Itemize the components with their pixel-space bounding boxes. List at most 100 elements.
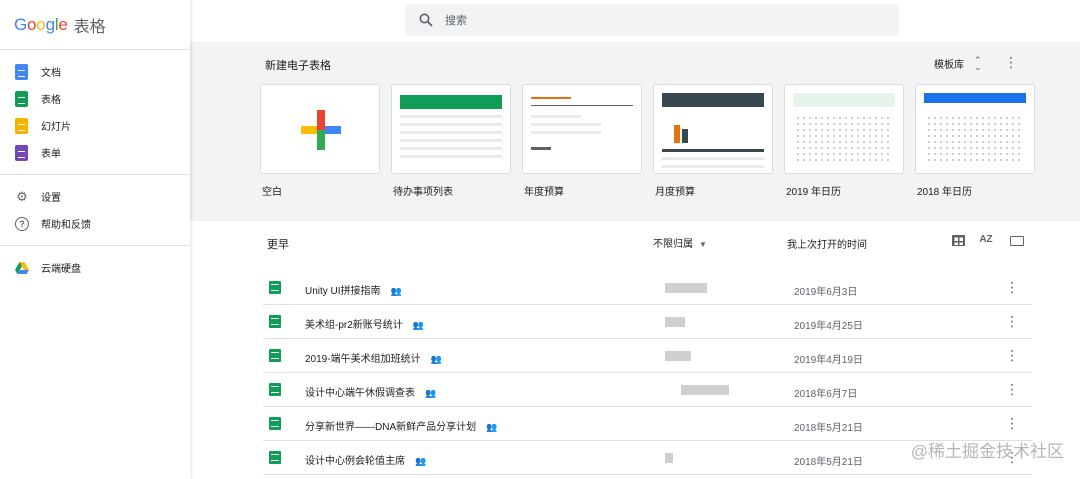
search-box[interactable]: 搜索	[405, 4, 899, 36]
file-row[interactable]: 美术组-pr2新账号统计 👥 2019年4月25日 ⋮	[263, 305, 1032, 339]
file-name: 设计中心例会轮值主席	[305, 456, 405, 467]
sheets-file-icon	[269, 383, 281, 396]
template-calendar-2018[interactable]: 2018 年日历	[915, 84, 1035, 198]
owner-filter-label: 不限归属	[653, 239, 693, 250]
shared-icon: 👥	[415, 456, 427, 466]
sheets-icon	[15, 90, 28, 107]
template-monthly-budget[interactable]: 月度预算	[653, 84, 773, 198]
file-name: 2019-端午美术组加班统计	[305, 354, 421, 365]
owner-redacted	[665, 351, 691, 361]
file-date: 2019年4月19日	[794, 355, 863, 366]
sidebar-item-label: 帮助和反馈	[41, 220, 91, 231]
forms-icon	[15, 144, 28, 161]
brand[interactable]: Google 表格	[0, 0, 190, 50]
sheets-home: Google 表格 文档 表格 幻灯片 表单 ⚙ 设置 ? 帮助和反馈 云端硬盘…	[0, 0, 1080, 479]
file-date: 2018年5月21日	[794, 423, 863, 434]
owner-redacted	[665, 317, 685, 327]
sheets-file-icon	[269, 451, 281, 464]
gear-icon: ⚙	[16, 188, 28, 204]
sort-az-icon[interactable]: AZ	[978, 234, 994, 248]
template-calendar-2019[interactable]: 2019 年日历	[784, 84, 904, 198]
template-label: 2019 年日历	[786, 187, 842, 198]
sidebar-item-drive[interactable]: 云端硬盘	[0, 254, 190, 281]
sidebar-item-label: 云端硬盘	[41, 264, 81, 275]
file-row[interactable]: 2019-端午美术组加班统计 👥 2019年4月19日 ⋮	[263, 339, 1032, 373]
sidebar-item-docs[interactable]: 文档	[0, 58, 190, 85]
template-gallery-button[interactable]: 模板库 ⌃ ⌄	[934, 54, 982, 72]
template-thumbnail	[260, 84, 380, 174]
template-thumbnail	[522, 84, 642, 174]
search-icon	[419, 13, 433, 27]
sidebar-item-label: 文档	[41, 68, 61, 79]
sidebar-item-forms[interactable]: 表单	[0, 139, 190, 166]
more-options-icon[interactable]: ⋮	[1005, 279, 1019, 295]
file-date: 2019年4月25日	[794, 321, 863, 332]
drive-icon	[15, 261, 29, 275]
template-thumbnail	[391, 84, 511, 174]
plus-icon	[301, 110, 341, 150]
sidebar-item-label: 表格	[41, 95, 61, 106]
file-list-header: 更早 不限归属 ▼ 我上次打开的时间 AZ	[190, 221, 1080, 263]
template-annual-budget[interactable]: 年度预算	[522, 84, 642, 198]
more-options-icon[interactable]: ⋮	[1005, 415, 1019, 431]
template-strip: 新建电子表格 模板库 ⌃ ⌄ ⋮ 空白 待办事项列表 年度预算 月度预算 201…	[190, 42, 1080, 221]
drive-nav: 云端硬盘	[0, 246, 190, 289]
file-date: 2018年5月21日	[794, 457, 863, 468]
template-label: 2018 年日历	[917, 187, 973, 198]
file-row[interactable]: Unity UI拼接指南 👥 2019年6月3日 ⋮	[263, 271, 1032, 305]
sort-column-label[interactable]: 我上次打开的时间	[787, 236, 867, 251]
sheets-file-icon	[269, 281, 281, 294]
top-bar: 搜索	[190, 0, 1080, 42]
docs-icon	[15, 63, 28, 80]
file-name: 美术组-pr2新账号统计	[305, 320, 403, 331]
file-row[interactable]: 分享新世界——DNA新鲜产品分享计划 👥 2018年5月21日 ⋮	[263, 407, 1032, 441]
caret-down-icon: ▼	[699, 240, 707, 249]
file-name: 设计中心端午休假调查表	[305, 388, 415, 399]
sidebar-item-help[interactable]: ? 帮助和反馈	[0, 210, 190, 237]
template-thumbnail	[784, 84, 904, 174]
search-input[interactable]: 搜索	[445, 12, 467, 28]
template-label: 月度预算	[655, 187, 695, 198]
file-row[interactable]: 设计中心端午休假调查表 👥 2018年6月7日 ⋮	[263, 373, 1032, 407]
shared-icon: 👥	[390, 286, 402, 296]
file-name: Unity UI拼接指南	[305, 286, 381, 297]
product-name: 表格	[73, 18, 106, 36]
section-heading: 更早	[267, 239, 289, 251]
sidebar-item-sheets[interactable]: 表格	[0, 85, 190, 112]
template-todo-list[interactable]: 待办事项列表	[391, 84, 511, 198]
watermark: @稀土掘金技术社区	[910, 442, 1064, 461]
file-date: 2019年6月3日	[794, 287, 858, 298]
apps-nav: 文档 表格 幻灯片 表单	[0, 50, 190, 175]
owner-redacted	[665, 453, 673, 463]
template-thumbnail	[653, 84, 773, 174]
unfold-icon: ⌃ ⌄	[974, 54, 982, 72]
templates-heading: 新建电子表格	[265, 60, 331, 72]
grid-view-icon[interactable]	[952, 235, 965, 246]
more-options-icon[interactable]: ⋮	[1005, 347, 1019, 363]
sidebar-item-slides[interactable]: 幻灯片	[0, 112, 190, 139]
settings-nav: ⚙ 设置 ? 帮助和反馈	[0, 175, 190, 246]
template-blank[interactable]: 空白	[260, 84, 380, 198]
shared-icon: 👥	[412, 320, 425, 330]
google-logo: Google	[14, 14, 68, 34]
owner-redacted	[681, 385, 729, 395]
sidebar-item-settings[interactable]: ⚙ 设置	[0, 183, 190, 210]
more-options-icon[interactable]: ⋮	[1004, 54, 1018, 71]
sheets-file-icon	[269, 315, 281, 328]
template-gallery-label: 模板库	[934, 60, 964, 71]
owner-filter-dropdown[interactable]: 不限归属 ▼	[653, 235, 707, 250]
file-date: 2018年6月7日	[794, 389, 858, 400]
shared-icon: 👥	[486, 422, 498, 432]
more-options-icon[interactable]: ⋮	[1005, 313, 1019, 329]
sidebar-item-label: 设置	[41, 193, 61, 204]
shared-icon: 👥	[425, 388, 437, 398]
shared-icon: 👥	[430, 354, 442, 364]
sidebar: Google 表格 文档 表格 幻灯片 表单 ⚙ 设置 ? 帮助和反馈 云端硬盘	[0, 0, 190, 479]
help-icon: ?	[15, 216, 29, 231]
sheets-file-icon	[269, 349, 281, 362]
more-options-icon[interactable]: ⋮	[1005, 381, 1019, 397]
template-label: 年度预算	[524, 187, 564, 198]
folder-icon[interactable]	[1010, 236, 1024, 246]
owner-redacted	[665, 283, 707, 293]
template-label: 空白	[262, 187, 282, 198]
